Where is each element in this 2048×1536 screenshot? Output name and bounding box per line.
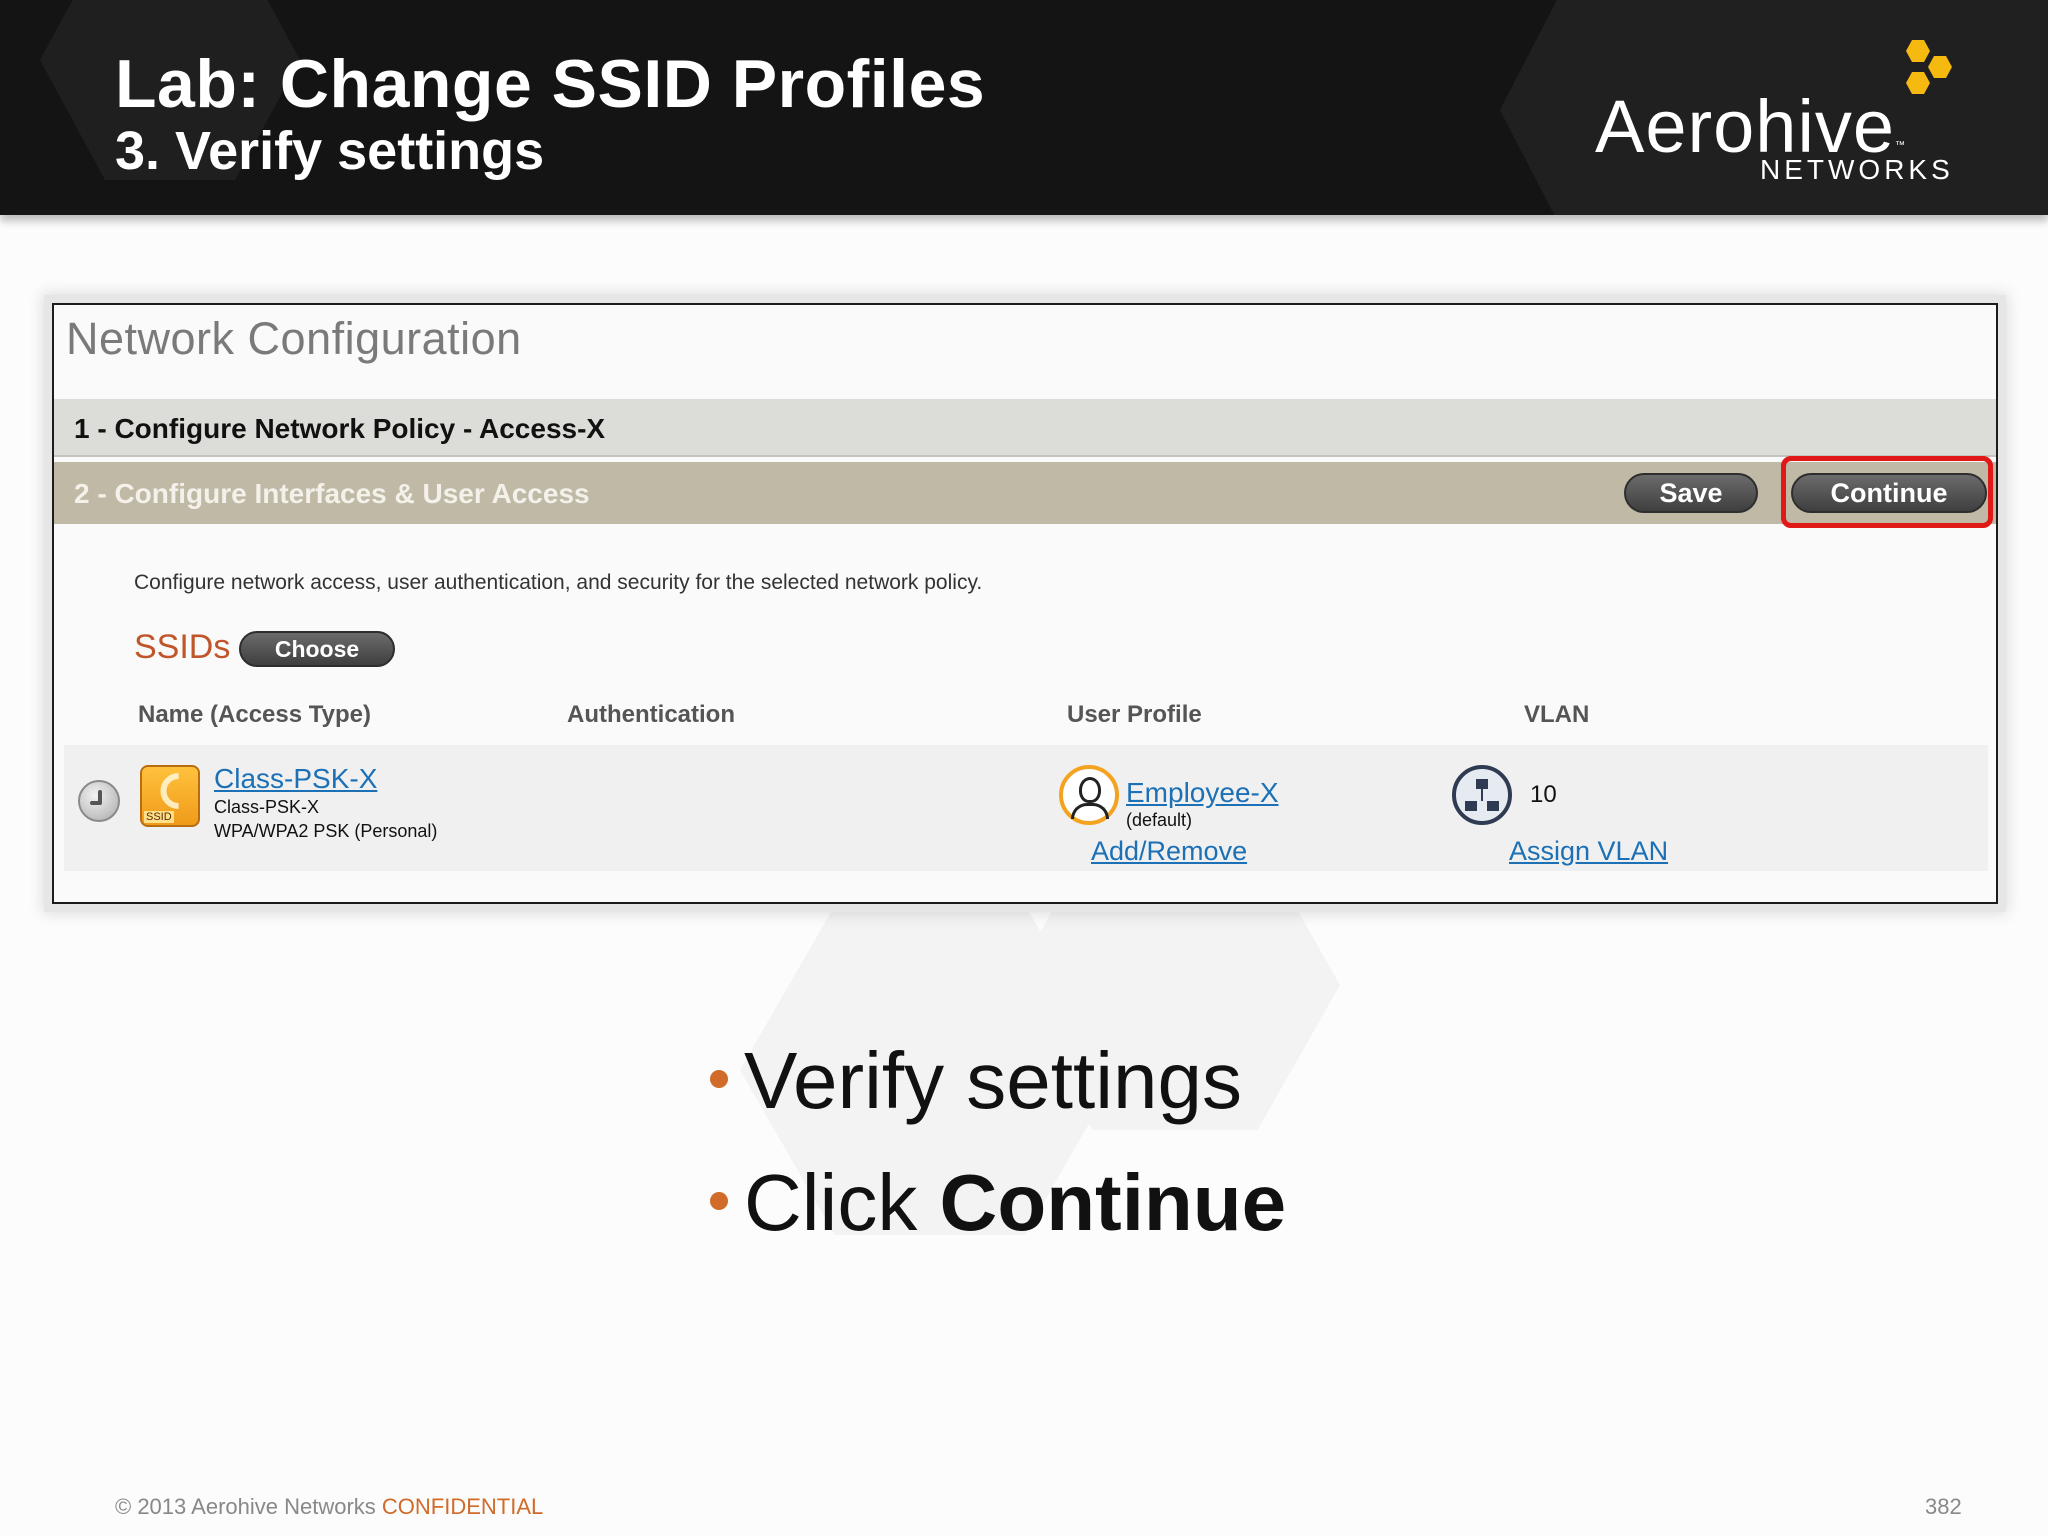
- ssid-icon: SSID: [140, 765, 204, 827]
- save-button[interactable]: Save: [1624, 473, 1758, 513]
- bullet-text-strong: Continue: [939, 1158, 1287, 1247]
- wifi-waves-icon: [153, 765, 204, 817]
- slide-title: Lab: Change SSID Profiles: [115, 46, 986, 122]
- slide-subtitle: 3. Verify settings: [115, 121, 545, 181]
- vlan-network-icon: [1452, 765, 1512, 825]
- ssids-label: SSIDs: [134, 628, 231, 666]
- copyright-text: © 2013 Aerohive Networks: [115, 1494, 382, 1519]
- aerohive-logo: Aerohive ™ NETWORKS: [1595, 38, 1975, 188]
- bullet-dot: [710, 1192, 728, 1210]
- bullet-text: Click Continue: [744, 1157, 1286, 1249]
- add-remove-link[interactable]: Add/Remove: [1091, 836, 1247, 867]
- network-configuration-screenshot: Network Configuration 1 - Configure Netw…: [52, 303, 1998, 904]
- bullet-item: Click Continue: [710, 1157, 1286, 1249]
- bullet-text-prefix: Click: [744, 1158, 940, 1247]
- assign-vlan-link[interactable]: Assign VLAN: [1509, 836, 1668, 867]
- step1-label: 1 - Configure Network Policy - Access-X: [74, 413, 606, 444]
- step1-bar[interactable]: 1 - Configure Network Policy - Access-X: [54, 399, 1996, 457]
- ssid-icon-tag: SSID: [144, 811, 174, 823]
- user-profile-link[interactable]: Employee-X: [1126, 777, 1279, 809]
- bullet-item: Verify settings: [710, 1035, 1286, 1127]
- step2-bar: 2 - Configure Interfaces & User Access S…: [54, 456, 1996, 528]
- clock-icon[interactable]: [78, 780, 120, 822]
- step2-label: 2 - Configure Interfaces & User Access: [74, 478, 590, 509]
- slide-header: Lab: Change SSID Profiles 3. Verify sett…: [0, 0, 2048, 215]
- column-header-name: Name (Access Type): [138, 701, 371, 728]
- choose-button[interactable]: Choose: [239, 631, 395, 667]
- vlan-value: 10: [1530, 781, 1557, 808]
- user-profile-icon: [1059, 765, 1119, 825]
- column-header-vlan: VLAN: [1524, 701, 1590, 728]
- user-profile-note: (default): [1126, 810, 1193, 830]
- confidential-label: CONFIDENTIAL: [381, 1494, 544, 1519]
- ssid-link[interactable]: Class-PSK-X: [214, 763, 377, 795]
- ssid-security: WPA/WPA2 PSK (Personal): [214, 821, 438, 841]
- bullet-dot: [710, 1070, 728, 1088]
- intro-text: Configure network access, user authentic…: [134, 571, 983, 594]
- brand-subtitle: NETWORKS: [1760, 154, 1954, 185]
- honeycomb-logo-icon: [1906, 40, 1952, 94]
- column-header-user-profile: User Profile: [1067, 701, 1202, 728]
- footer-copyright: © 2013 Aerohive Networks CONFIDENTIAL: [115, 1494, 543, 1520]
- ssid-name: Class-PSK-X: [214, 797, 320, 817]
- continue-button[interactable]: Continue: [1791, 473, 1987, 513]
- column-header-authentication: Authentication: [567, 701, 735, 728]
- brand-trademark: ™: [1895, 140, 1905, 151]
- network-configuration-title: Network Configuration: [66, 313, 522, 364]
- bullet-text: Verify settings: [744, 1036, 1243, 1125]
- bullet-list: Verify settings Click Continue: [710, 1035, 1286, 1279]
- page-number: 382: [1925, 1494, 1962, 1519]
